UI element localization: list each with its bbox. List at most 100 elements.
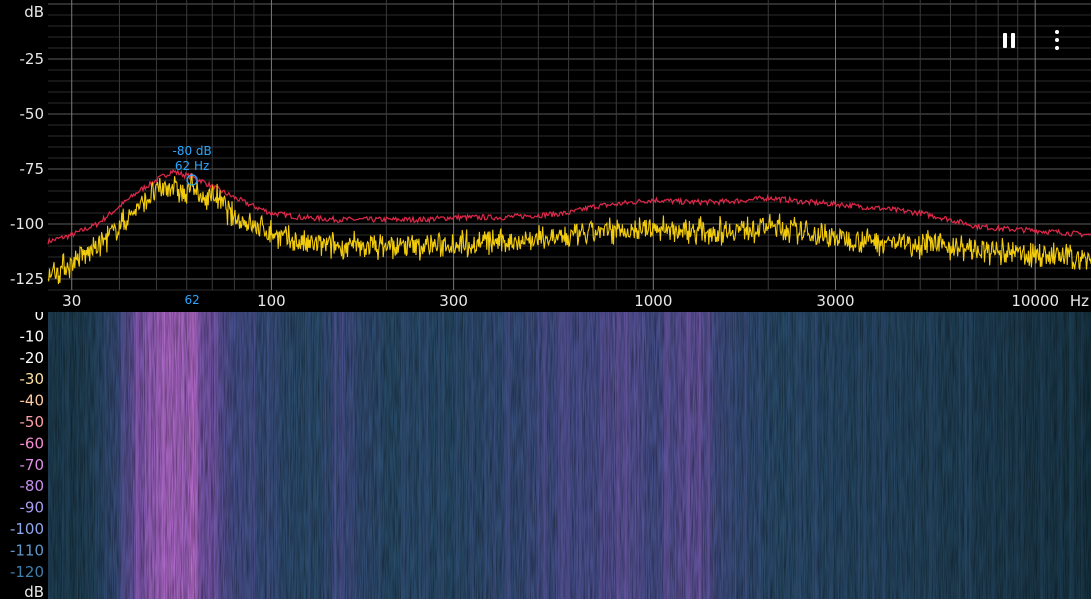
spectrogram-streak <box>194 312 197 599</box>
spectrogram-streak <box>178 312 180 599</box>
y-tick-label: -50 <box>20 105 45 123</box>
spectrogram-streak <box>440 312 443 599</box>
spectrogram-streak <box>587 312 590 599</box>
pause-button[interactable] <box>995 26 1023 54</box>
spectrogram-streak <box>795 312 798 599</box>
spectrogram-streak <box>412 312 415 599</box>
y-tick-label: -25 <box>20 50 45 68</box>
spectrogram-streak <box>729 312 730 599</box>
more-options-button[interactable] <box>1043 26 1071 54</box>
spectrogram-streak <box>348 312 351 599</box>
spectrogram-streak <box>917 312 920 599</box>
spectrogram-streak <box>992 312 994 599</box>
spectrogram-streak <box>1005 312 1008 599</box>
spectrogram-streak <box>958 312 960 599</box>
spectrogram-streak <box>239 312 242 599</box>
spectrogram-streak <box>812 312 815 599</box>
spectrogram-streak <box>244 312 246 599</box>
spectrogram-streak <box>768 312 770 599</box>
y-tick-label: -125 <box>10 270 44 288</box>
spectrogram-streak <box>62 312 64 599</box>
spectrogram-streak <box>67 312 69 599</box>
spectrogram-streak <box>798 312 802 599</box>
pause-icon <box>1003 32 1007 48</box>
spectrogram-streak <box>617 312 619 599</box>
spectrogram-streak <box>537 312 540 599</box>
x-tick-label: 1000 <box>634 292 672 310</box>
spectrogram-streak <box>668 312 671 599</box>
spectrogram-streak <box>1073 312 1076 599</box>
spectrogram-streak <box>628 312 630 599</box>
spectrogram-streak <box>145 312 147 599</box>
spectrogram-streak <box>557 312 560 599</box>
spectrogram-streak <box>251 312 253 599</box>
spectrogram-streak <box>563 312 567 599</box>
spectrogram-streak <box>622 312 625 599</box>
spectrogram-streak <box>884 312 886 599</box>
more-vert-dot <box>1055 46 1059 50</box>
spectrogram-streak <box>1020 312 1023 599</box>
spectrogram-streak <box>369 312 372 599</box>
spectrogram-streak <box>831 312 834 599</box>
spectrogram-streak <box>712 312 714 599</box>
spectrogram-streak <box>881 312 885 599</box>
spectrogram-streak <box>406 312 409 599</box>
peak-marker-hz-label: 62 Hz <box>175 159 209 173</box>
spectrogram-streak <box>76 312 79 599</box>
spectrogram-streak <box>209 312 211 599</box>
spectrogram-streak <box>857 312 860 599</box>
spectrogram-streak <box>624 312 627 599</box>
more-vert-icon <box>1055 30 1059 34</box>
spectrogram-streak <box>469 312 472 599</box>
spectrogram-streak <box>905 312 907 599</box>
x-tick-label: 3000 <box>816 292 854 310</box>
spectrogram-streak <box>506 312 509 599</box>
x-axis-unit-label: Hz <box>1070 292 1089 310</box>
spectrogram-streak <box>214 312 217 599</box>
spectrogram-streak <box>754 312 755 599</box>
spectrogram-streak <box>278 312 280 599</box>
spectrogram-streak <box>253 312 256 599</box>
spectrogram-streak <box>425 312 429 599</box>
spectrogram-streak <box>899 312 902 599</box>
spectrogram-streak <box>95 312 98 599</box>
spectrogram-streak <box>1042 312 1046 599</box>
spectrogram-streak <box>472 312 474 599</box>
colorbar-unit-label: dB <box>24 583 44 599</box>
spectrogram-streak <box>343 312 346 599</box>
spectrogram-streak <box>403 312 405 599</box>
colorbar-tick-label: -60 <box>20 434 45 452</box>
spectrogram-streak <box>1048 312 1050 599</box>
pause-icon-bar <box>1011 32 1015 48</box>
spectrogram-streak <box>174 312 176 599</box>
spectrogram-streak <box>271 312 274 599</box>
spectrogram-streak <box>455 312 458 599</box>
spectrum-chart: dB -25 -50 -75 -100 -125 30 100 300 1000 3000 1000… <box>0 0 1091 312</box>
colorbar-tick-label: -10 <box>20 327 45 345</box>
spectrogram-streak <box>104 312 107 599</box>
x-tick-label: 300 <box>439 292 468 310</box>
spectrogram-streak <box>603 312 605 599</box>
spectrogram-streak <box>65 312 67 599</box>
x-tick-label: 10000 <box>1011 292 1059 310</box>
spectrogram-streak <box>863 312 867 599</box>
spectrogram-streak <box>761 312 763 599</box>
spectrogram-streak <box>894 312 896 599</box>
spectrogram-streak <box>842 312 844 599</box>
spectrogram-streak <box>931 312 933 599</box>
spectrogram-streak <box>120 312 123 599</box>
spectrogram-streak <box>971 312 972 599</box>
spectrogram-streak <box>217 312 218 599</box>
spectrogram-streak <box>168 312 170 599</box>
spectrogram-streak <box>274 312 277 599</box>
colorbar-tick-label: -110 <box>10 541 44 559</box>
spectrogram-streak <box>707 312 710 599</box>
spectrogram-streak <box>1069 312 1071 599</box>
x-tick-label: 100 <box>257 292 286 310</box>
spectrogram-streak <box>148 312 151 599</box>
spectrogram-streak <box>203 312 205 599</box>
spectrogram-streak <box>744 312 747 599</box>
spectrogram-streak <box>890 312 893 599</box>
spectrogram-streak <box>861 312 862 599</box>
spectrogram-streak <box>493 312 496 599</box>
